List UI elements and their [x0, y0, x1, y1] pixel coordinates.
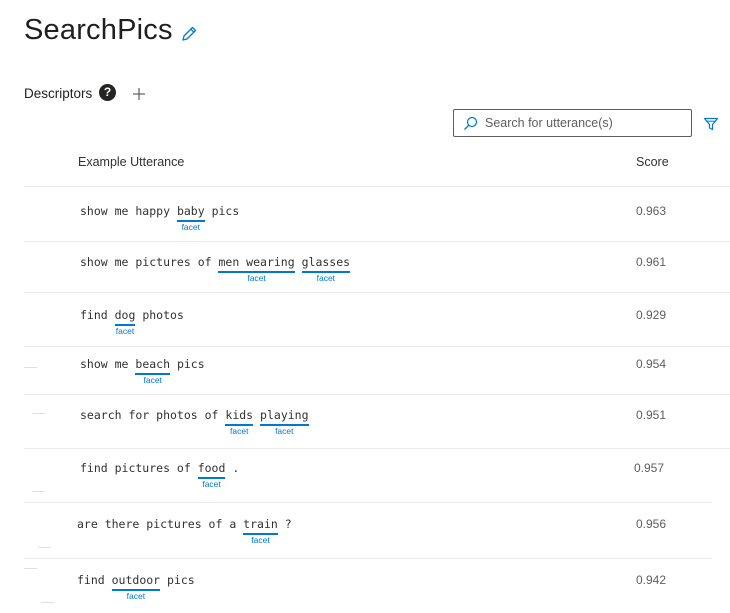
row-marker [24, 568, 37, 569]
utterance-word: ? [277, 517, 292, 531]
entity-token-text: dog [114, 308, 136, 322]
entity-token-text: men wearing [218, 255, 295, 269]
entity-token[interactable]: food facet [197, 461, 226, 489]
row-divider [24, 292, 730, 293]
utterance-text[interactable]: are there pictures of a train facet ? [77, 517, 292, 545]
utterance-word: show me pictures of [80, 255, 219, 269]
pencil-icon[interactable] [180, 25, 198, 43]
utterance-word: . [225, 461, 240, 475]
row-divider [24, 346, 730, 347]
score-value: 0.951 [636, 408, 667, 422]
entity-token-text: outdoor [111, 573, 161, 587]
entity-token[interactable]: outdoor facet [111, 573, 161, 601]
entity-token-text: kids [225, 408, 254, 422]
entity-token[interactable]: train facet [243, 517, 278, 545]
column-header-score[interactable]: Score [636, 155, 669, 169]
search-box [453, 109, 692, 137]
search-input[interactable] [485, 111, 685, 135]
score-value: 0.929 [636, 308, 667, 322]
utterance-text[interactable]: search for photos of kids facet playing fa… [80, 408, 309, 436]
entity-token[interactable]: kids facet [225, 408, 254, 436]
utterance-text[interactable]: find dog facet photos [80, 308, 184, 336]
score-value: 0.961 [636, 255, 667, 269]
utterance-word: find [77, 573, 112, 587]
row-divider [24, 394, 730, 395]
score-value: 0.963 [636, 204, 667, 218]
entity-label: facet [143, 375, 162, 385]
row-marker [41, 602, 54, 603]
entity-token-text: playing [260, 408, 309, 422]
entity-label: facet [247, 273, 266, 283]
score-value: 0.942 [636, 573, 667, 587]
entity-token[interactable]: dog facet [114, 308, 136, 336]
utterance-word: pics [170, 357, 205, 371]
utterance-word: show me [80, 357, 136, 371]
entity-label: facet [202, 479, 221, 489]
page-title: SearchPics [24, 14, 173, 46]
entity-token[interactable]: men wearing facet [218, 255, 295, 283]
utterance-word: find pictures of [80, 461, 198, 475]
entity-label: facet [251, 535, 270, 545]
utterance-text[interactable]: find outdoor facet pics [77, 573, 195, 601]
utterance-text[interactable]: show me happy baby facet pics [80, 204, 240, 232]
entity-token[interactable]: beach facet [135, 357, 171, 385]
entity-token-text: glasses [301, 255, 351, 269]
search-icon [463, 116, 478, 131]
entity-token-text: train [243, 517, 278, 531]
utterance-word: show me happy [80, 204, 177, 218]
entity-token-text: beach [135, 357, 171, 371]
entity-label: facet [126, 591, 146, 601]
row-divider [24, 502, 712, 503]
utterance-word: find [80, 308, 115, 322]
entity-label: facet [115, 326, 135, 336]
row-divider [24, 186, 730, 187]
entity-label: facet [181, 222, 200, 232]
row-divider [24, 448, 730, 449]
help-icon[interactable]: ? [99, 84, 116, 101]
row-divider [24, 558, 712, 559]
entity-token-text: food [197, 461, 226, 475]
utterance-text[interactable]: show me pictures of men wearing facet gla… [80, 255, 351, 283]
plus-icon[interactable] [131, 86, 147, 102]
entity-token[interactable]: baby facet [176, 204, 205, 232]
score-value: 0.956 [636, 517, 667, 531]
descriptors-label: Descriptors [24, 86, 93, 101]
score-value: 0.954 [636, 357, 667, 371]
utterance-word: search for photos of [80, 408, 226, 422]
utterance-text[interactable]: show me beach facet pics [80, 357, 205, 385]
utterance-word: pics [204, 204, 240, 218]
filter-icon[interactable] [703, 116, 719, 132]
utterance-word: photos [135, 308, 184, 322]
utterance-word: pics [160, 573, 195, 587]
utterance-text[interactable]: find pictures of food facet . [80, 461, 240, 489]
entity-token-text: baby [176, 204, 205, 218]
utterance-word: are there pictures of a [77, 517, 244, 531]
row-marker [24, 367, 37, 368]
entity-token[interactable]: playing facet [260, 408, 309, 436]
entity-label: facet [275, 426, 294, 436]
row-marker [32, 491, 45, 492]
row-marker [38, 547, 51, 548]
entity-token[interactable]: glasses facet [301, 255, 351, 283]
column-header-utterance[interactable]: Example Utterance [78, 155, 184, 169]
entity-label: facet [230, 426, 249, 436]
row-marker [32, 413, 45, 414]
row-divider [24, 241, 730, 242]
entity-label: facet [316, 273, 336, 283]
utterance-word [295, 255, 302, 269]
score-value: 0.957 [634, 461, 665, 475]
utterance-word [253, 408, 260, 422]
